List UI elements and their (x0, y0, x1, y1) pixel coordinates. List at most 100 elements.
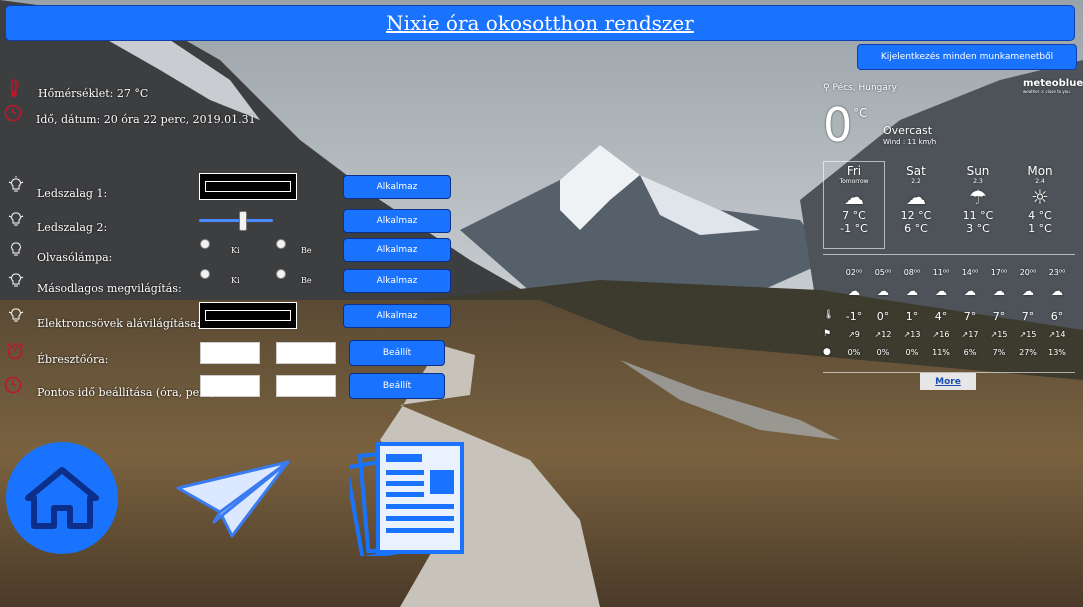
off-label: Ki (231, 246, 240, 255)
hourly-temp: 1° (905, 310, 919, 323)
slider-handle[interactable] (238, 211, 247, 231)
on-label: Be (301, 276, 312, 285)
alarm-clock-icon (5, 342, 25, 364)
forecast-day-name: Sat (906, 164, 926, 178)
forecast-low: 3 °C (966, 222, 990, 235)
forecast-day[interactable]: Mon 2.4 ☼ 4 °C 1 °C (1011, 164, 1069, 235)
newspaper-icon[interactable] (344, 440, 468, 561)
current-wind: Wind : 11 km/h (883, 138, 937, 146)
alarm-minute-input[interactable] (276, 342, 336, 364)
tube-underlight-color-picker[interactable] (199, 302, 297, 329)
weather-condition-icon: ☂ (969, 185, 987, 209)
brand-tagline: weather ☉ close to you (1023, 89, 1070, 94)
hourly-weather-icon: ☁ (964, 284, 976, 298)
alarm-label: Ébresztőóra: (37, 353, 109, 366)
hourly-precip: 0% (905, 348, 919, 357)
led-strip-1-label: Ledszalag 1: (37, 187, 108, 200)
set-time-button[interactable]: Beállít (349, 373, 445, 399)
hourly-weather-icon: ☁ (1051, 284, 1063, 298)
hourly-temp: -1° (845, 310, 863, 323)
forecast-day[interactable]: Sun 2.3 ☂ 11 °C 3 °C (949, 164, 1007, 235)
hourly-precip: 27% (1019, 348, 1037, 357)
current-condition: Overcast (883, 124, 933, 137)
hour-label: 17⁰⁰ (990, 268, 1008, 277)
hourly-precip: 13% (1048, 348, 1066, 357)
hourly-wind: ↗12 (874, 330, 892, 339)
hourly-temp: 6° (1050, 310, 1064, 323)
meteoblue-logo[interactable]: meteoblue (1023, 78, 1083, 89)
set-time-hour-input[interactable] (200, 375, 260, 397)
hourly-precip: 0% (847, 348, 861, 357)
location-label: ⚲ Pécs, Hungary (823, 83, 897, 93)
hourly-wind: ↗9 (848, 330, 860, 339)
secondary-lighting-on-radio[interactable] (276, 269, 286, 279)
hourly-wind: ↗15 (990, 330, 1008, 339)
current-unit: °C (853, 106, 868, 120)
led-strip-2-slider[interactable] (199, 210, 273, 232)
thermometer-icon: 🌡 (823, 310, 835, 320)
forecast-high: 12 °C (900, 209, 932, 222)
reading-lamp-on-radio[interactable] (276, 239, 286, 249)
thermometer-icon (6, 78, 22, 102)
hourly-weather-icon: ☁ (1022, 284, 1034, 298)
led-strip-2-apply-button[interactable]: Alkalmaz (343, 209, 451, 233)
forecast-low: -1 °C (840, 222, 868, 235)
temperature-readout: Hőmérséklet: 27 °C (38, 87, 149, 100)
hourly-wind: ↗17 (961, 330, 979, 339)
hourly-weather-icon: ☁ (993, 284, 1005, 298)
clock-icon (4, 104, 22, 126)
tube-underlight-apply-button[interactable]: Alkalmaz (343, 304, 451, 328)
hourly-precip: 6% (963, 348, 977, 357)
weather-condition-icon: ☁ (844, 185, 864, 209)
divider (823, 254, 1075, 255)
hourly-weather-icon: ☁ (906, 284, 918, 298)
weather-widget: ⚲ Pécs, Hungary meteoblue weather ☉ clos… (823, 78, 1083, 398)
current-temperature: 0 (823, 98, 853, 152)
hour-label: 14⁰⁰ (961, 268, 979, 277)
hourly-wind: ↗14 (1048, 330, 1066, 339)
led-strip-1-color-picker[interactable] (199, 173, 297, 200)
hourly-weather-icon: ☁ (877, 284, 889, 298)
title-bar: Nixie óra okosotthon rendszer (5, 5, 1075, 41)
weather-condition-icon: ☁ (906, 185, 926, 209)
hourly-precip: 7% (992, 348, 1006, 357)
home-icon[interactable] (6, 442, 118, 554)
lightbulb-icon (8, 176, 24, 200)
forecast-day[interactable]: Fri Tomorrow ☁ 7 °C -1 °C (825, 164, 883, 235)
hour-label: 23⁰⁰ (1048, 268, 1066, 277)
hour-label: 02⁰⁰ (845, 268, 863, 277)
alarm-hour-input[interactable] (200, 342, 260, 364)
hourly-temp: 7° (992, 310, 1006, 323)
hourly-temp: 0° (876, 310, 890, 323)
hourly-temp: 7° (1021, 310, 1035, 323)
led-strip-1-apply-button[interactable]: Alkalmaz (343, 175, 451, 199)
paper-plane-icon[interactable] (176, 460, 291, 540)
forecast-low: 1 °C (1028, 222, 1052, 235)
hourly-precip: 0% (876, 348, 890, 357)
forecast-day-sub: 2.3 (973, 178, 983, 185)
hourly-weather-icon: ☁ (848, 284, 860, 298)
location-name: Pécs, Hungary (832, 83, 897, 93)
forecast-day-sub: 2.2 (911, 178, 921, 185)
reading-lamp-off-radio[interactable] (200, 239, 210, 249)
secondary-lighting-off-radio[interactable] (200, 269, 210, 279)
forecast-day[interactable]: Sat 2.2 ☁ 12 °C 6 °C (887, 164, 945, 235)
datetime-readout: Idő, dátum: 20 óra 22 perc, 2019.01.31 (36, 113, 256, 126)
reading-lamp-apply-button[interactable]: Alkalmaz (343, 238, 451, 262)
secondary-lighting-apply-button[interactable]: Alkalmaz (343, 269, 451, 293)
lightbulb-icon (8, 210, 24, 234)
hourly-temp: 7° (963, 310, 977, 323)
more-weather-button[interactable]: More (920, 373, 976, 390)
forecast-day-name: Fri (846, 164, 862, 178)
lightbulb-icon (8, 306, 24, 330)
alarm-set-button[interactable]: Beállít (349, 340, 445, 366)
hourly-wind: ↗16 (932, 330, 950, 339)
set-time-minute-input[interactable] (276, 375, 336, 397)
hourly-wind: ↗13 (903, 330, 921, 339)
hourly-temp: 4° (934, 310, 948, 323)
logout-all-sessions-button[interactable]: Kijelentkezés minden munkamenetből (857, 44, 1077, 70)
reading-lamp-label: Olvasólámpa: (37, 251, 113, 264)
hour-label: 08⁰⁰ (903, 268, 921, 277)
hour-label: 05⁰⁰ (874, 268, 892, 277)
hour-label: 11⁰⁰ (932, 268, 950, 277)
